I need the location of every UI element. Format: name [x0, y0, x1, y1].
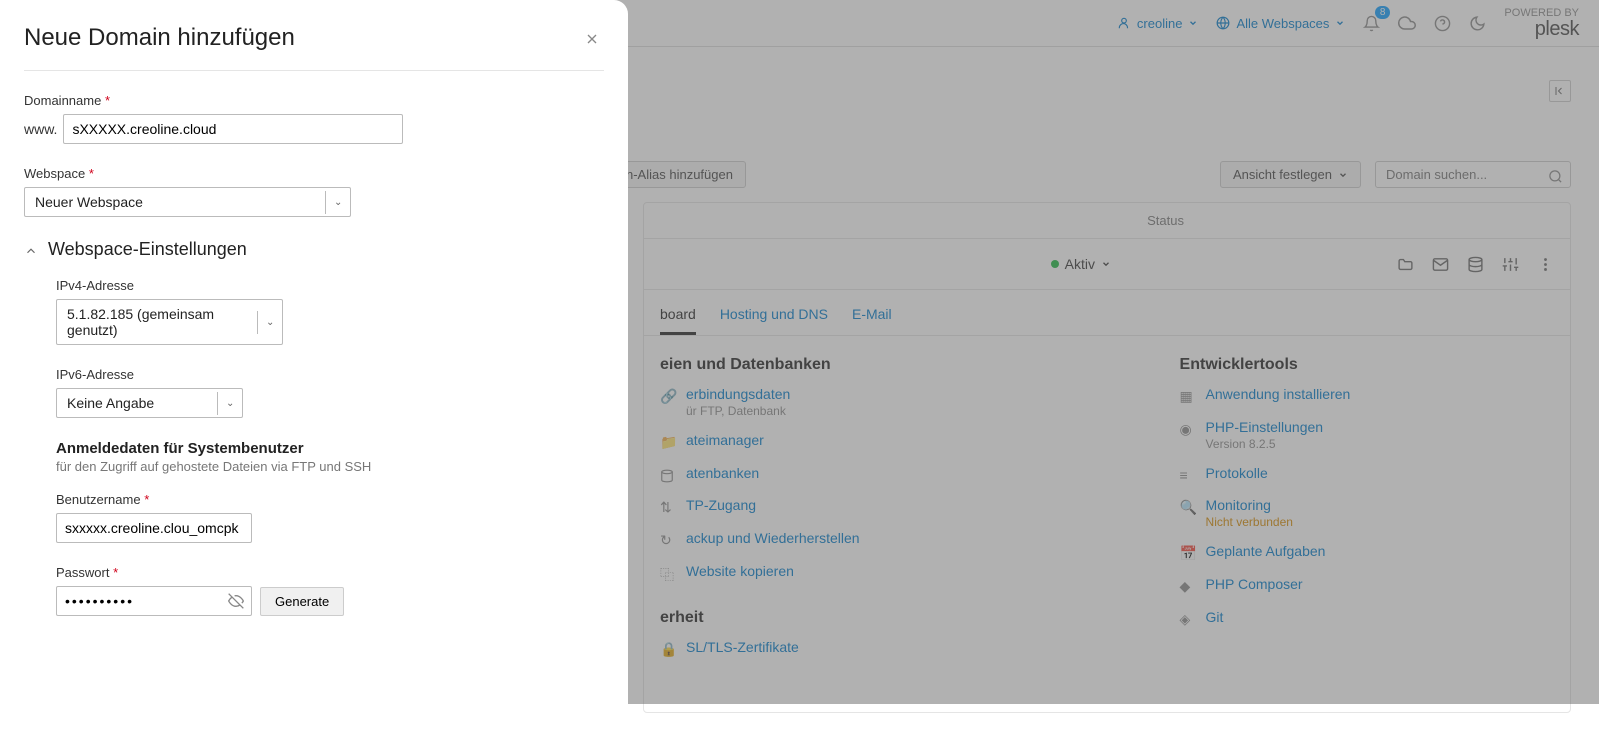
chevron-down-icon: ⌄	[257, 311, 282, 334]
webspace-settings-section: IPv4-Adresse 5.1.82.185 (gemeinsam genut…	[56, 278, 604, 616]
chevron-up-icon	[24, 241, 38, 257]
webspace-label: Webspace *	[24, 166, 604, 181]
generate-button[interactable]: Generate	[260, 587, 344, 616]
toggle-password-icon[interactable]	[228, 592, 244, 609]
modal-title: Neue Domain hinzufügen	[24, 24, 604, 52]
www-prefix: www.	[24, 121, 57, 137]
divider	[24, 70, 604, 71]
webspace-select[interactable]: Neuer Webspace ⌄	[24, 187, 351, 217]
ipv6-value: Keine Angabe	[57, 389, 217, 417]
ipv4-value: 5.1.82.185 (gemeinsam genutzt)	[57, 300, 257, 344]
chevron-down-icon: ⌄	[325, 191, 350, 214]
credentials-desc: für den Zugriff auf gehostete Dateien vi…	[56, 459, 604, 474]
ipv4-label: IPv4-Adresse	[56, 278, 604, 293]
close-icon	[584, 31, 600, 47]
username-label: Benutzername *	[56, 492, 604, 507]
domain-field-group: Domainname * www.	[24, 93, 604, 144]
ipv6-label: IPv6-Adresse	[56, 367, 604, 382]
password-input[interactable]	[56, 586, 252, 616]
password-label: Passwort *	[56, 565, 604, 580]
domain-input[interactable]	[63, 114, 403, 144]
webspace-settings-title: Webspace-Einstellungen	[48, 239, 247, 260]
ipv6-select[interactable]: Keine Angabe ⌄	[56, 388, 243, 418]
close-button[interactable]	[584, 28, 600, 49]
webspace-value: Neuer Webspace	[25, 188, 325, 216]
username-input[interactable]	[56, 513, 252, 543]
ipv4-select[interactable]: 5.1.82.185 (gemeinsam genutzt) ⌄	[56, 299, 283, 345]
chevron-down-icon: ⌄	[217, 392, 242, 415]
section-toggle[interactable]: Webspace-Einstellungen	[24, 239, 604, 260]
eye-off-icon	[228, 593, 244, 609]
credentials-title: Anmeldedaten für Systembenutzer	[56, 440, 604, 457]
add-domain-modal: Neue Domain hinzufügen Domainname * www.…	[0, 0, 628, 704]
domain-label: Domainname *	[24, 93, 604, 108]
webspace-field-group: Webspace * Neuer Webspace ⌄	[24, 166, 604, 217]
